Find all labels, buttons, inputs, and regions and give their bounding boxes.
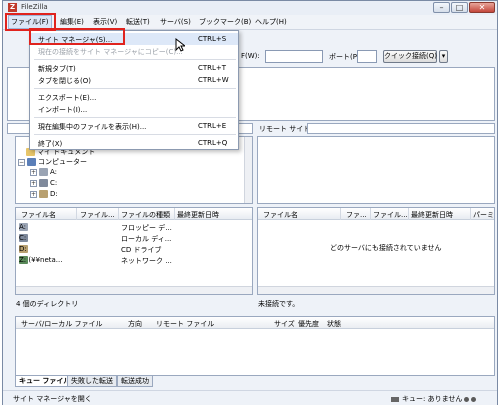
host-input[interactable] bbox=[265, 50, 323, 63]
filezilla-window: Z FileZilla – □ ✕ ファイル(F) 編集(E) 表示(V) 転送… bbox=[2, 0, 498, 405]
tree-item-drive-a[interactable]: + A: bbox=[30, 168, 57, 176]
expand-icon[interactable]: + bbox=[30, 168, 37, 176]
column-last-modified[interactable]: 最終更新日時 bbox=[177, 210, 219, 220]
remote-site-bar: リモート サイト: bbox=[257, 123, 495, 135]
expand-icon[interactable]: + bbox=[30, 179, 37, 187]
local-file-list-scrollbar[interactable] bbox=[16, 286, 252, 294]
queue-status: キュー: ありません bbox=[391, 394, 477, 404]
queue-icon bbox=[391, 396, 399, 402]
file-menu-dropdown: サイト マネージャ(S)... CTRL+S 現在の接続をサイト マネージャにコ… bbox=[29, 30, 239, 150]
queue-header: サーバ/ローカル ファイル 方向 リモート ファイル サイズ 優先度 状態 bbox=[16, 317, 494, 329]
tab-failed-transfers[interactable]: 失敗した転送 bbox=[67, 376, 117, 387]
quickconnect-button[interactable]: クイック接続(Q) bbox=[383, 50, 437, 63]
remote-tree[interactable] bbox=[257, 136, 495, 204]
remote-site-input[interactable] bbox=[307, 123, 495, 134]
maximize-button[interactable]: □ bbox=[451, 2, 468, 13]
menu-transfer[interactable]: 転送(T) bbox=[126, 17, 150, 27]
remote-file-list-header: ファイル名 ファ... ファイル... 最終更新日時 パーミ bbox=[258, 208, 494, 220]
table-row[interactable]: Z: (¥¥neta... ネットワーク ... bbox=[16, 256, 252, 266]
highlight-site-manager bbox=[29, 28, 125, 45]
menu-bookmarks[interactable]: ブックマーク(B) bbox=[199, 17, 251, 27]
menu-item-show-edited-files[interactable]: 現在編集中のファイルを表示(H)... CTRL+E bbox=[30, 120, 238, 132]
column-direction[interactable]: 方向 bbox=[128, 319, 142, 329]
title-bar: Z FileZilla – □ ✕ bbox=[3, 1, 497, 15]
local-file-list[interactable]: ファイル名 ファイル... ファイルの種類 最終更新日時 A: フロッピー デ.… bbox=[15, 207, 253, 295]
column-remote-file[interactable]: リモート ファイル bbox=[156, 319, 214, 329]
column-size[interactable]: サイズ bbox=[274, 319, 295, 329]
transfer-queue[interactable]: サーバ/ローカル ファイル 方向 リモート ファイル サイズ 優先度 状態 bbox=[15, 316, 495, 376]
menu-view[interactable]: 表示(V) bbox=[93, 17, 117, 27]
menu-item-close-tab[interactable]: タブを閉じる(O) CTRL+W bbox=[30, 74, 238, 86]
table-row[interactable]: D: CD ドライブ bbox=[16, 245, 252, 255]
close-button[interactable]: ✕ bbox=[469, 2, 495, 13]
column-filesize[interactable]: ファイル... bbox=[80, 210, 115, 220]
column-priority[interactable]: 優先度 bbox=[298, 319, 319, 329]
host-label: F(W): bbox=[241, 52, 260, 60]
computer-icon bbox=[27, 158, 36, 166]
column-filesize[interactable]: ファ... bbox=[346, 210, 367, 220]
menu-help[interactable]: ヘルプ(H) bbox=[255, 17, 287, 27]
expand-icon[interactable]: + bbox=[30, 190, 37, 198]
tab-queued-files[interactable]: キュー ファイル bbox=[15, 376, 75, 387]
mouse-cursor-icon bbox=[175, 38, 185, 52]
port-input[interactable] bbox=[357, 50, 377, 63]
remote-file-list[interactable]: ファイル名 ファ... ファイル... 最終更新日時 パーミ どのサーバにも接続… bbox=[257, 207, 495, 295]
menu-edit[interactable]: 編集(E) bbox=[60, 17, 84, 27]
column-status[interactable]: 状態 bbox=[327, 319, 341, 329]
column-filename[interactable]: ファイル名 bbox=[21, 210, 56, 220]
menu-item-new-tab[interactable]: 新規タブ(T) CTRL+T bbox=[30, 62, 238, 74]
menu-item-export[interactable]: エクスポート(E)... bbox=[30, 91, 238, 103]
filezilla-logo-icon: Z bbox=[8, 3, 17, 12]
floppy-drive-icon bbox=[39, 168, 48, 176]
menu-server[interactable]: サーバ(S) bbox=[160, 17, 191, 27]
column-filetype[interactable]: ファイル... bbox=[373, 210, 408, 220]
window-title: FileZilla bbox=[21, 3, 48, 11]
column-server-local-file[interactable]: サーバ/ローカル ファイル bbox=[21, 319, 103, 329]
status-bar-message: サイト マネージャを開く bbox=[13, 395, 92, 403]
menu-item-copy-to-site-manager[interactable]: 現在の接続をサイト マネージャにコピー(C)... bbox=[30, 45, 238, 57]
remote-site-label: リモート サイト: bbox=[259, 125, 313, 133]
disk-drive-icon bbox=[39, 179, 48, 187]
local-file-list-header: ファイル名 ファイル... ファイルの種類 最終更新日時 bbox=[16, 208, 252, 220]
cd-drive-icon bbox=[39, 190, 48, 198]
menu-item-exit[interactable]: 終了(X) CTRL+Q bbox=[30, 137, 238, 149]
tree-item-computer[interactable]: − コンピューター bbox=[18, 157, 87, 167]
quickconnect-dropdown-button[interactable]: ▾ bbox=[439, 50, 448, 63]
tree-item-drive-d[interactable]: + D: bbox=[30, 190, 58, 198]
remote-file-list-scrollbar[interactable] bbox=[258, 286, 494, 294]
column-filename[interactable]: ファイル名 bbox=[263, 210, 298, 220]
status-led-icon bbox=[464, 396, 470, 402]
menu-item-import[interactable]: インポート(I)... bbox=[30, 103, 238, 115]
table-row[interactable]: A: フロッピー デ... bbox=[16, 223, 252, 233]
table-row[interactable]: C: ローカル ディ... bbox=[16, 234, 252, 244]
status-led-icon bbox=[471, 396, 477, 402]
column-filetype[interactable]: ファイルの種類 bbox=[121, 210, 170, 220]
local-tree-scrollbar[interactable] bbox=[244, 137, 252, 203]
local-status-text: 4 個のディレクトリ bbox=[16, 300, 79, 308]
not-connected-message: どのサーバにも接続されていません bbox=[330, 244, 442, 252]
tab-successful-transfers[interactable]: 転送成功 bbox=[117, 376, 153, 387]
tree-item-drive-c[interactable]: + C: bbox=[30, 179, 57, 187]
column-permissions[interactable]: パーミ bbox=[473, 210, 494, 220]
column-last-modified[interactable]: 最終更新日時 bbox=[411, 210, 453, 220]
minimize-button[interactable]: – bbox=[433, 2, 450, 13]
collapse-icon[interactable]: − bbox=[18, 158, 25, 166]
status-bar: サイト マネージャを開く キュー: ありません bbox=[3, 390, 497, 405]
remote-status-text: 未接続です。 bbox=[258, 300, 300, 308]
